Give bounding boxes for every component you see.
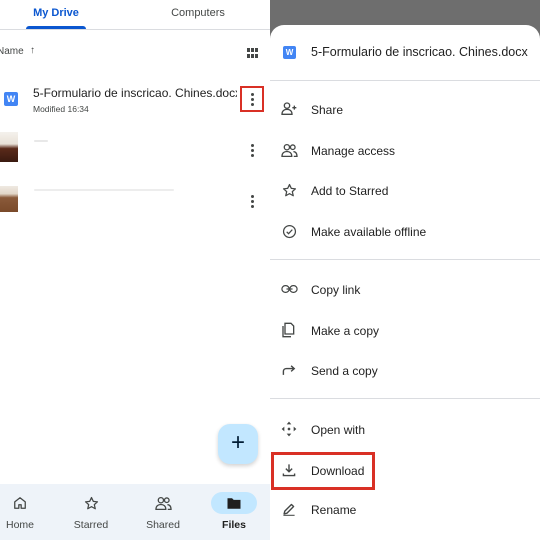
menu-add-to-starred-label: Add to Starred <box>311 184 389 198</box>
bottom-navigation: Home Starred Shared Files <box>0 484 270 540</box>
copy-icon <box>280 321 298 339</box>
file-actions-bottom-sheet: W 5-Formulario de inscricao. Chines.docx… <box>270 25 540 540</box>
menu-download[interactable]: Download <box>271 452 375 490</box>
open-with-icon <box>280 420 298 438</box>
file-modified-date: Modified 16:34 <box>33 104 89 114</box>
download-icon <box>280 461 298 479</box>
nav-starred[interactable]: Starred <box>61 484 121 540</box>
nav-starred-label: Starred <box>73 519 109 531</box>
people-icon <box>140 492 186 514</box>
menu-open-with[interactable]: Open with <box>270 412 540 448</box>
divider <box>270 398 540 399</box>
more-options-icon[interactable] <box>240 86 264 112</box>
tab-bar: My Drive Computers <box>0 0 270 30</box>
star-outline-icon <box>280 181 298 199</box>
sort-arrow-up-icon[interactable]: ↑ <box>30 45 35 56</box>
menu-send-a-copy[interactable]: Send a copy <box>270 353 540 389</box>
word-doc-icon: W <box>4 92 18 106</box>
menu-make-available-offline[interactable]: Make available offline <box>270 214 540 250</box>
link-icon <box>280 280 298 298</box>
menu-rename[interactable]: Rename <box>270 492 540 528</box>
drive-file-list-screen: My Drive Computers Name ↑ W 5-Formulario… <box>0 0 270 540</box>
menu-share-label: Share <box>311 103 344 117</box>
divider <box>270 80 540 81</box>
menu-rename-label: Rename <box>311 503 357 517</box>
image-thumbnail <box>0 186 18 212</box>
menu-copy-link[interactable]: Copy link <box>270 272 540 308</box>
folder-icon <box>211 492 257 514</box>
star-icon <box>68 492 114 514</box>
nav-home-label: Home <box>5 519 34 531</box>
word-doc-icon: W <box>283 46 296 59</box>
sort-name-button[interactable]: Name <box>0 46 24 57</box>
menu-share[interactable]: Share <box>270 92 540 128</box>
menu-download-label: Download <box>311 464 365 478</box>
home-icon <box>0 492 43 514</box>
menu-manage-access[interactable]: Manage access <box>270 133 540 169</box>
sheet-file-title: 5-Formulario de inscricao. Chines.docx <box>311 45 528 59</box>
active-tab-indicator <box>26 26 86 29</box>
blurred-file-name <box>34 140 48 142</box>
menu-manage-access-label: Manage access <box>311 144 396 158</box>
tab-computers[interactable]: Computers <box>160 0 236 30</box>
more-options-icon[interactable] <box>240 137 264 163</box>
person-add-icon <box>280 100 298 118</box>
more-options-icon[interactable] <box>240 188 264 214</box>
blurred-file-name <box>34 189 174 191</box>
nav-files-label: Files <box>222 519 246 531</box>
sort-bar: Name ↑ <box>0 44 270 62</box>
menu-make-a-copy-label: Make a copy <box>311 324 380 338</box>
file-row[interactable] <box>0 180 270 226</box>
menu-make-a-copy[interactable]: Make a copy <box>270 313 540 349</box>
menu-open-with-label: Open with <box>311 423 366 437</box>
forward-arrow-icon <box>280 361 298 379</box>
file-actions-screen: W 5-Formulario de inscricao. Chines.docx… <box>270 0 540 540</box>
manage-access-icon <box>280 141 298 159</box>
sheet-header: W 5-Formulario de inscricao. Chines.docx <box>270 35 540 71</box>
divider <box>270 259 540 260</box>
menu-copy-link-label: Copy link <box>311 283 361 297</box>
image-thumbnail <box>0 132 18 162</box>
menu-add-to-starred[interactable]: Add to Starred <box>270 173 540 209</box>
file-row[interactable]: W 5-Formulario de inscricao. Chines.docx… <box>0 78 270 124</box>
offline-check-icon <box>280 222 298 240</box>
nav-files[interactable]: Files <box>204 484 264 540</box>
nav-home[interactable]: Home <box>0 484 50 540</box>
file-row[interactable] <box>0 128 270 174</box>
edit-icon <box>280 500 298 518</box>
grid-view-icon[interactable] <box>247 48 258 58</box>
nav-shared[interactable]: Shared <box>133 484 193 540</box>
menu-make-available-offline-label: Make available offline <box>311 225 427 239</box>
menu-send-a-copy-label: Send a copy <box>311 364 378 378</box>
file-name: 5-Formulario de inscricao. Chines.docx <box>33 86 237 100</box>
nav-shared-label: Shared <box>146 519 180 531</box>
new-fab-button[interactable]: + <box>218 424 258 464</box>
